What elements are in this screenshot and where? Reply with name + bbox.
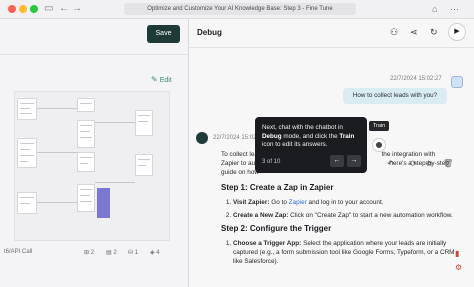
tour-prev-button[interactable]: ← [330, 155, 344, 167]
workflow-node[interactable] [77, 184, 95, 212]
tour-next-button[interactable]: → [347, 155, 361, 167]
more-menu-icon[interactable]: ⋯ [450, 3, 459, 15]
list-item: Choose a Trigger App: Select the applica… [233, 239, 465, 266]
layer-icon: ◈ [150, 250, 155, 256]
settings-icon[interactable]: ⚙ [455, 263, 462, 272]
doc-icon: ▤ [106, 250, 112, 256]
stat-value: 2 [113, 250, 117, 256]
stat-value: 1 [134, 250, 139, 256]
stat-nodes: ⊞ 2 [84, 249, 94, 256]
home-icon[interactable]: ⌂ [432, 3, 437, 15]
workflow-canvas[interactable] [14, 91, 170, 241]
workflow-node[interactable] [77, 120, 95, 148]
user-message-timestamp: 22/7/2024 15:02:27 [390, 76, 442, 82]
url-title-bar[interactable]: Optimize and Customize Your AI Knowledge… [124, 3, 356, 15]
flow-connector [37, 108, 77, 109]
zapier-link[interactable]: Zapier [289, 199, 307, 206]
flow-connector [37, 202, 77, 203]
window-titlebar: ▭ ← → Optimize and Customize Your AI Kno… [0, 0, 474, 19]
stat-db: ⛁ 1 [128, 249, 138, 256]
user-message: How to collect leads with you? [343, 88, 447, 104]
selected-workflow-node[interactable] [97, 188, 110, 218]
forward-arrow-icon[interactable]: → [72, 3, 82, 15]
flow-connector [95, 122, 135, 123]
edit-label: Edit [159, 77, 172, 84]
train-button[interactable] [372, 138, 386, 152]
stat-value: 2 [90, 250, 95, 256]
canvas-caption: t6/API Call [4, 249, 33, 255]
stat-layers: ◈ 4 [150, 249, 160, 256]
flow-connector [37, 152, 77, 153]
workflow-node[interactable] [77, 98, 95, 112]
workflow-node[interactable] [17, 192, 37, 214]
minimize-window-button[interactable] [19, 5, 27, 13]
debug-title: Debug [197, 28, 222, 37]
tour-step-counter: 3 of 10 [262, 159, 281, 165]
save-button[interactable]: Save [147, 25, 180, 43]
refresh-icon[interactable]: ↻ [430, 26, 438, 38]
stat-value: 4 [156, 250, 160, 256]
bookmark-icon[interactable]: ▮ [455, 249, 459, 258]
sidebar-toggle-icon[interactable]: ▭ [44, 3, 53, 15]
workflow-node[interactable] [17, 98, 37, 120]
workflow-node[interactable] [77, 152, 95, 172]
train-tooltip-label: Train [369, 121, 389, 131]
step1-list: Visit Zapier: Go to Zapier and log in to… [221, 198, 465, 220]
workflow-node[interactable] [17, 138, 37, 168]
pencil-icon: ✎ [151, 75, 158, 84]
back-arrow-icon[interactable]: ← [59, 3, 69, 15]
step2-list: Choose a Trigger App: Select the applica… [221, 239, 465, 266]
chatbot-avatar [196, 132, 208, 144]
step1-heading: Step 1: Create a Zap in Zapier [221, 183, 334, 192]
user-icon[interactable]: ⚇ [390, 26, 398, 38]
play-icon[interactable]: ▶ [448, 23, 466, 41]
tour-tooltip: Next, chat with the chatbot in Debug mod… [255, 117, 367, 173]
header-divider [189, 47, 474, 48]
list-item: Create a New Zap: Click on "Create Zap" … [233, 211, 465, 220]
user-avatar [451, 76, 463, 88]
edit-button[interactable]: ✎ Edit [151, 75, 172, 84]
step2-heading: Step 2: Configure the Trigger [221, 224, 332, 233]
share-icon[interactable]: ⋖ [410, 26, 418, 38]
workflow-editor-panel: Save ✎ Edit t6/API Call ⊞ 2 ▤ 2 ⛁ 1 ◈ 4 [0, 19, 188, 287]
node-icon: ⊞ [84, 250, 90, 256]
workflow-node[interactable] [135, 110, 153, 136]
tour-text: Next, chat with the chatbot in Debug mod… [262, 124, 355, 148]
flow-connector [95, 182, 135, 183]
editor-toolbar: Save [0, 19, 188, 55]
train-icon [376, 142, 382, 148]
db-icon: ⛁ [128, 250, 134, 256]
zoom-window-button[interactable] [30, 5, 38, 13]
workflow-node[interactable] [135, 154, 153, 176]
list-item: Visit Zapier: Go to Zapier and log in to… [233, 198, 465, 207]
close-window-button[interactable] [8, 5, 16, 13]
stat-docs: ▤ 2 [106, 249, 117, 256]
